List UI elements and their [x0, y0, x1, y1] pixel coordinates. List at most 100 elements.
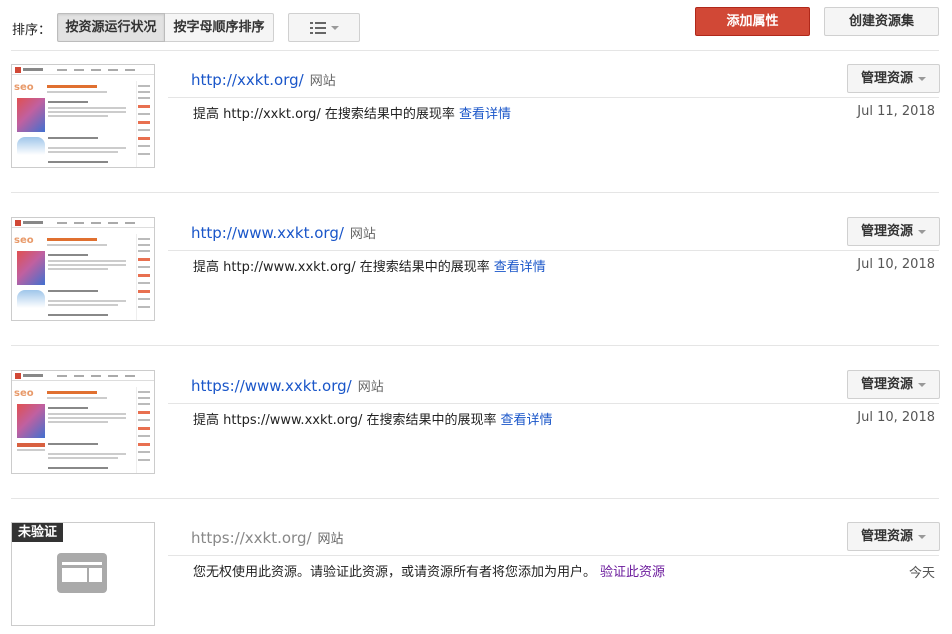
description-text: 提高 http://xxkt.org/ 在搜索结果中的展现率: [193, 107, 455, 122]
thumb-nav: [108, 69, 118, 71]
thumb-logo-icon: [15, 373, 21, 379]
thumb-logo-text: [23, 68, 43, 71]
property-link[interactable]: https://www.xxkt.org/网站: [191, 376, 384, 395]
site-thumbnail[interactable]: 未验证: [11, 522, 155, 626]
divider: [168, 555, 939, 556]
divider: [168, 97, 939, 98]
property-url[interactable]: http://www.xxkt.org/: [191, 224, 344, 242]
thumb-text: [48, 111, 126, 113]
manage-property-button[interactable]: 管理资源: [847, 522, 940, 551]
divider: [11, 498, 939, 499]
thumb-headline: [47, 85, 97, 88]
manage-property-button[interactable]: 管理资源: [847, 370, 940, 399]
thumb-side-button: [138, 411, 150, 414]
thumb-nav: [108, 375, 118, 377]
create-property-set-button[interactable]: 创建资源集: [824, 7, 939, 36]
view-details-link[interactable]: 查看详情: [459, 107, 511, 122]
thumb-nav: [91, 69, 101, 71]
thumb-text: [48, 147, 126, 149]
property-url[interactable]: https://xxkt.org/: [191, 529, 312, 547]
verify-property-link[interactable]: 验证此资源: [600, 565, 665, 580]
add-property-button[interactable]: 添加属性: [695, 7, 810, 36]
list-view-icon: [310, 22, 326, 34]
view-details-link[interactable]: 查看详情: [494, 260, 546, 275]
property-date: 今天: [908, 566, 935, 581]
chevron-down-icon: [918, 230, 926, 234]
site-thumbnail[interactable]: seo: [11, 64, 155, 168]
manage-property-label: 管理资源: [861, 377, 914, 392]
property-type: 网站: [349, 227, 376, 242]
thumb-nav: [125, 222, 135, 224]
property-type: 网站: [309, 74, 336, 89]
property-url[interactable]: http://xxkt.org/: [191, 71, 304, 89]
thumb-logo-icon: [15, 67, 21, 73]
view-details-link[interactable]: 查看详情: [501, 413, 553, 428]
view-mode-dropdown[interactable]: [288, 13, 360, 42]
thumb-text: [48, 314, 108, 316]
thumb-seo-text: seo: [14, 82, 34, 93]
thumb-image: [17, 404, 45, 438]
thumb-nav: [57, 222, 67, 224]
thumb-text: [48, 467, 108, 469]
icon-part: [62, 562, 102, 565]
thumb-text: [17, 449, 45, 451]
thumb-seo-text: seo: [14, 235, 34, 246]
thumb-header: [12, 65, 154, 75]
thumb-side-text: [138, 419, 150, 421]
description-text: 您无权使用此资源。请验证此资源，或请资源所有者将您添加为用户。: [193, 565, 597, 580]
thumb-side-button: [138, 121, 150, 124]
thumb-logo-text: [23, 221, 43, 224]
property-link[interactable]: https://xxkt.org/网站: [191, 528, 344, 547]
divider: [11, 192, 939, 193]
chevron-down-icon: [331, 26, 339, 30]
property-link[interactable]: http://xxkt.org/网站: [191, 70, 336, 89]
website-placeholder-icon: [57, 553, 107, 593]
chevron-down-icon: [918, 77, 926, 81]
thumb-text: [48, 290, 98, 292]
thumb-side-text: [138, 403, 150, 405]
thumb-side-button: [138, 290, 150, 293]
thumb-text: [48, 151, 118, 153]
site-thumbnail[interactable]: seo: [11, 217, 155, 321]
thumb-header: [12, 371, 154, 381]
thumb-side-text: [138, 266, 150, 268]
icon-part: [89, 568, 102, 582]
thumb-text: [48, 304, 118, 306]
thumb-text: [48, 115, 108, 117]
thumb-text: [48, 264, 126, 266]
property-link[interactable]: http://www.xxkt.org/网站: [191, 223, 376, 242]
thumb-text: [47, 244, 107, 246]
property-url[interactable]: https://www.xxkt.org/: [191, 377, 352, 395]
property-description: 您无权使用此资源。请验证此资源，或请资源所有者将您添加为用户。 验证此资源: [193, 561, 665, 580]
thumb-text: [48, 457, 118, 459]
sort-alphabetical-button[interactable]: 按字母顺序排序: [165, 13, 274, 42]
thumb-headline: [47, 391, 97, 394]
site-thumbnail[interactable]: seo: [11, 370, 155, 474]
thumb-text: [48, 417, 126, 419]
thumb-text: [48, 300, 126, 302]
thumb-nav: [125, 375, 135, 377]
thumb-text: [48, 453, 126, 455]
thumb-text: [48, 268, 108, 270]
thumb-side-text: [138, 85, 150, 87]
description-text: 提高 http://www.xxkt.org/ 在搜索结果中的展现率: [193, 260, 490, 275]
thumb-side-text: [138, 451, 150, 453]
manage-property-button[interactable]: 管理资源: [847, 217, 940, 246]
manage-property-button[interactable]: 管理资源: [847, 64, 940, 93]
divider: [11, 345, 939, 346]
property-row: seo https://www.xxkt.org/网站 管理资源 提高 http…: [0, 357, 952, 487]
thumb-nav: [125, 69, 135, 71]
thumb-side-button: [138, 427, 150, 430]
thumb-headline: [47, 238, 97, 241]
thumb-side-text: [138, 91, 150, 93]
thumb-nav: [74, 375, 84, 377]
unverified-badge: 未验证: [12, 523, 63, 542]
thumb-nav: [108, 222, 118, 224]
divider: [168, 403, 939, 404]
thumb-text: [48, 161, 108, 163]
thumb-side-text: [138, 129, 150, 131]
sort-by-health-button[interactable]: 按资源运行状况: [57, 13, 165, 42]
thumb-side-text: [138, 97, 150, 99]
thumb-image: [17, 98, 45, 132]
manage-property-label: 管理资源: [861, 71, 914, 86]
